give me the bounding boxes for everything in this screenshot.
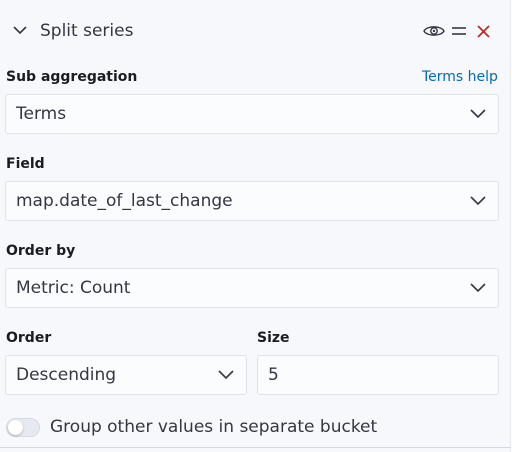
size-input[interactable] [257, 355, 499, 395]
toggle-knob [8, 420, 23, 435]
chevron-down-icon [470, 109, 486, 119]
panel-header: Split series [0, 12, 511, 52]
other-bucket-label: Group other values in separate bucket [50, 417, 378, 437]
order-select[interactable]: Descending [5, 355, 247, 395]
drag-handle-icon[interactable] [451, 24, 467, 38]
sub-aggregation-label: Sub aggregation [6, 69, 138, 85]
order-by-value: Metric: Count [16, 278, 131, 298]
order-by-select[interactable]: Metric: Count [5, 268, 499, 308]
eye-icon[interactable] [423, 23, 445, 39]
sub-aggregation-select[interactable]: Terms [5, 94, 499, 134]
field-select[interactable]: map.date_of_last_change [5, 181, 499, 221]
other-bucket-toggle[interactable] [6, 418, 40, 437]
order-by-label: Order by [6, 243, 76, 259]
size-label: Size [257, 330, 290, 346]
order-label: Order [6, 330, 52, 346]
terms-help-link[interactable]: Terms help [422, 69, 498, 85]
divider [0, 447, 511, 448]
split-series-panel: Split series Sub aggregation Terms help … [0, 0, 511, 452]
chevron-down-icon [218, 370, 234, 380]
chevron-down-icon[interactable] [12, 22, 28, 38]
chevron-down-icon [470, 196, 486, 206]
field-label: Field [6, 156, 45, 172]
chevron-down-icon [470, 283, 486, 293]
sub-aggregation-value: Terms [16, 104, 67, 124]
field-value: map.date_of_last_change [16, 191, 233, 211]
order-value: Descending [16, 365, 117, 385]
panel-title: Split series [40, 21, 134, 41]
close-icon[interactable] [476, 24, 491, 39]
